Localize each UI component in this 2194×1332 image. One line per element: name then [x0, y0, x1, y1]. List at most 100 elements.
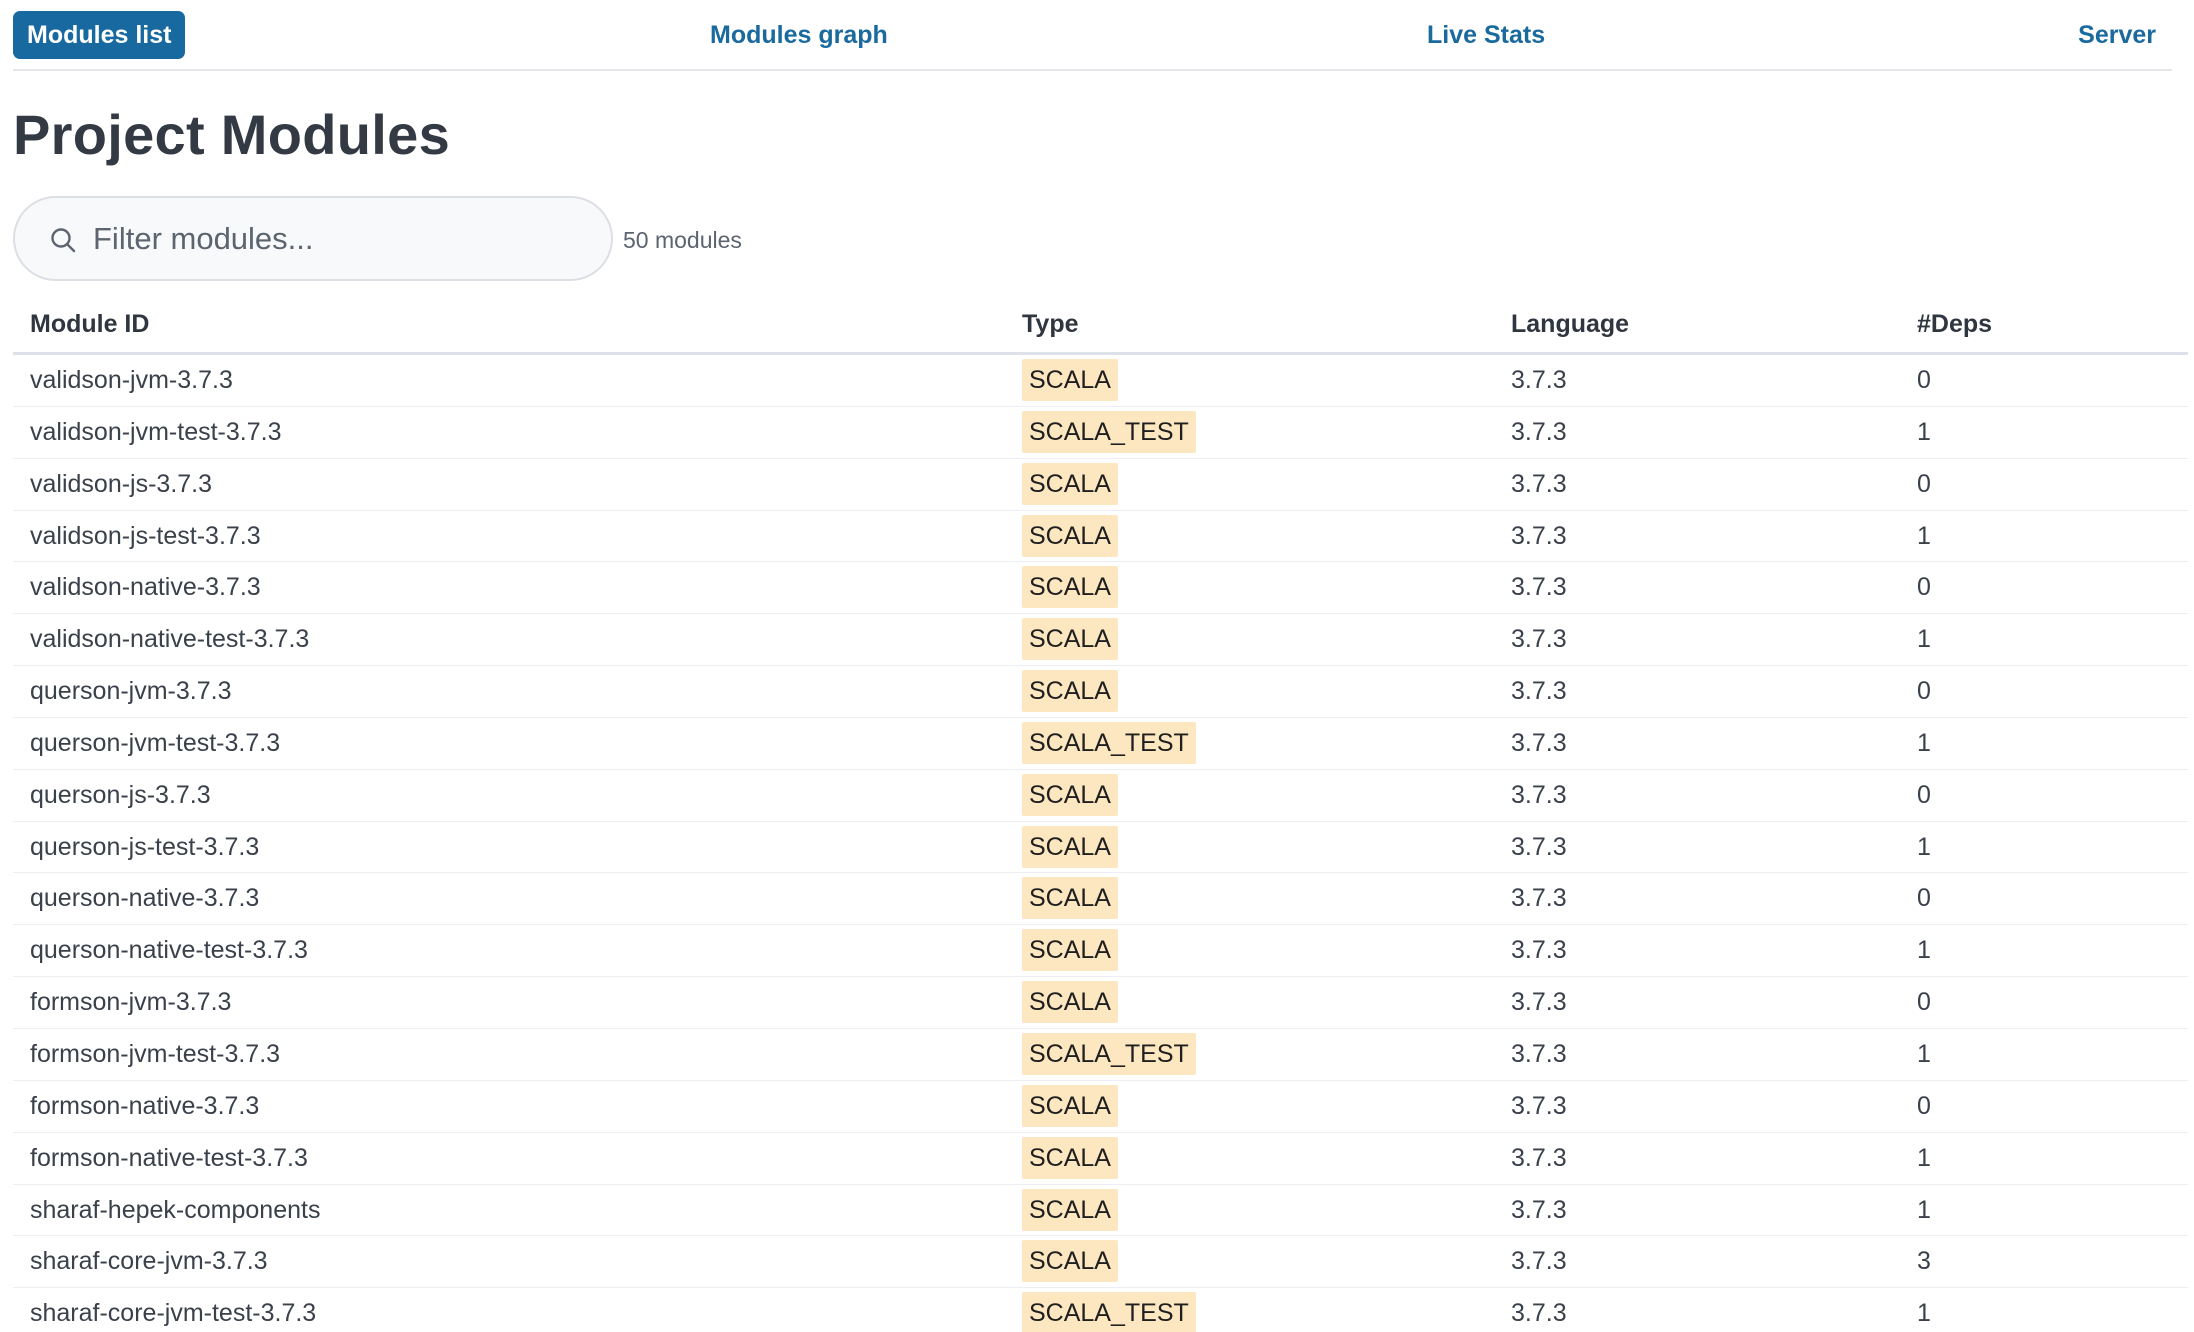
top-nav: Modules list Modules graph Live Stats Se…	[13, 0, 2172, 71]
type-cell: SCALA	[1022, 1081, 1118, 1132]
deps-cell: 1	[1917, 728, 1931, 757]
module-id-cell[interactable]: sharaf-core-jvm-3.7.3	[30, 1236, 268, 1287]
table-row[interactable]: querson-js-3.7.3 SCALA 3.7.3 0	[13, 770, 2188, 822]
type-badge: SCALA	[1022, 514, 1118, 557]
module-id-cell[interactable]: querson-jvm-test-3.7.3	[30, 718, 280, 769]
type-cell: SCALA	[1022, 459, 1118, 510]
module-id-cell[interactable]: querson-js-test-3.7.3	[30, 822, 259, 873]
deps-cell: 1	[1917, 625, 1931, 654]
language-cell: 3.7.3	[1511, 417, 1567, 446]
type-badge: SCALA	[1022, 566, 1118, 609]
nav-modules-list[interactable]: Modules list	[13, 11, 186, 59]
module-id-cell[interactable]: validson-js-test-3.7.3	[30, 511, 261, 562]
type-badge: SCALA	[1022, 670, 1118, 713]
nav-live-stats[interactable]: Live Stats	[1427, 11, 1545, 59]
table-row[interactable]: formson-jvm-3.7.3 SCALA 3.7.3 0	[13, 977, 2188, 1029]
table-row[interactable]: validson-jvm-test-3.7.3 SCALA_TEST 3.7.3 1	[13, 407, 2188, 459]
header-module-id[interactable]: Module ID	[30, 310, 149, 339]
module-id-cell[interactable]: sharaf-core-jvm-test-3.7.3	[30, 1288, 316, 1332]
deps-cell: 0	[1917, 677, 1931, 706]
type-badge: SCALA	[1022, 929, 1118, 972]
table-row[interactable]: validson-jvm-3.7.3 SCALA 3.7.3 0	[13, 355, 2188, 407]
type-cell: SCALA	[1022, 614, 1118, 665]
table-row[interactable]: sharaf-core-jvm-test-3.7.3 SCALA_TEST 3.7.…	[13, 1288, 2188, 1332]
type-cell: SCALA	[1022, 562, 1118, 613]
type-badge: SCALA	[1022, 773, 1118, 816]
type-cell: SCALA	[1022, 925, 1118, 976]
deps-cell: 0	[1917, 366, 1931, 394]
module-id-cell[interactable]: validson-jvm-3.7.3	[30, 355, 233, 406]
search-box[interactable]	[13, 196, 613, 281]
module-id-cell[interactable]: validson-js-3.7.3	[30, 459, 212, 510]
nav-server[interactable]: Server	[2078, 11, 2156, 59]
module-id-cell[interactable]: sharaf-hepek-components	[30, 1185, 320, 1236]
module-id-cell[interactable]: formson-native-test-3.7.3	[30, 1133, 308, 1184]
type-cell: SCALA	[1022, 1236, 1118, 1287]
deps-cell: 1	[1917, 1195, 1931, 1224]
language-cell: 3.7.3	[1511, 469, 1567, 498]
table-row[interactable]: validson-native-3.7.3 SCALA 3.7.3 0	[13, 562, 2188, 615]
type-cell: SCALA_TEST	[1022, 1029, 1196, 1080]
module-id-cell[interactable]: querson-native-3.7.3	[30, 873, 259, 924]
type-badge: SCALA	[1022, 981, 1118, 1024]
type-badge: SCALA_TEST	[1022, 1032, 1196, 1075]
table-row[interactable]: querson-native-3.7.3 SCALA 3.7.3 0	[13, 873, 2188, 926]
table-row[interactable]: formson-native-3.7.3 SCALA 3.7.3 0	[13, 1081, 2188, 1133]
module-id-cell[interactable]: formson-jvm-3.7.3	[30, 977, 231, 1028]
filter-modules-input[interactable]	[93, 216, 593, 262]
deps-cell: 0	[1917, 573, 1931, 602]
module-id-cell[interactable]: validson-native-3.7.3	[30, 562, 261, 613]
deps-cell: 1	[1917, 1039, 1931, 1068]
header-language[interactable]: Language	[1511, 310, 1629, 339]
language-cell: 3.7.3	[1511, 832, 1567, 861]
table-row[interactable]: formson-native-test-3.7.3 SCALA 3.7.3 1	[13, 1133, 2188, 1185]
table-row[interactable]: sharaf-core-jvm-3.7.3 SCALA 3.7.3 3	[13, 1236, 2188, 1289]
deps-cell: 1	[1917, 936, 1931, 965]
table-row[interactable]: validson-js-test-3.7.3 SCALA 3.7.3 1	[13, 511, 2188, 563]
type-badge: SCALA	[1022, 1084, 1118, 1127]
table-row[interactable]: validson-native-test-3.7.3 SCALA 3.7.3 1	[13, 614, 2188, 667]
search-icon	[51, 228, 76, 253]
deps-cell: 0	[1917, 1091, 1931, 1120]
modules-table: Module ID Type Language #Deps validson-j…	[13, 308, 2188, 1332]
language-cell: 3.7.3	[1511, 366, 1567, 394]
table-header: Module ID Type Language #Deps	[13, 308, 2188, 355]
type-badge: SCALA	[1022, 462, 1118, 505]
deps-cell: 0	[1917, 469, 1931, 498]
language-cell: 3.7.3	[1511, 521, 1567, 550]
module-id-cell[interactable]: formson-native-3.7.3	[30, 1081, 259, 1132]
language-cell: 3.7.3	[1511, 573, 1567, 602]
language-cell: 3.7.3	[1511, 728, 1567, 757]
deps-cell: 0	[1917, 884, 1931, 913]
type-cell: SCALA	[1022, 822, 1118, 873]
type-badge: SCALA	[1022, 1240, 1118, 1283]
module-id-cell[interactable]: validson-jvm-test-3.7.3	[30, 407, 281, 458]
table-row[interactable]: querson-jvm-test-3.7.3 SCALA_TEST 3.7.3 1	[13, 718, 2188, 770]
type-badge: SCALA	[1022, 1188, 1118, 1231]
header-deps[interactable]: #Deps	[1917, 310, 1992, 339]
language-cell: 3.7.3	[1511, 1247, 1567, 1276]
nav-modules-graph[interactable]: Modules graph	[710, 11, 888, 59]
deps-cell: 0	[1917, 988, 1931, 1017]
module-id-cell[interactable]: querson-native-test-3.7.3	[30, 925, 308, 976]
module-id-cell[interactable]: querson-jvm-3.7.3	[30, 666, 231, 717]
module-id-cell[interactable]: validson-native-test-3.7.3	[30, 614, 309, 665]
table-row[interactable]: sharaf-hepek-components SCALA 3.7.3 1	[13, 1185, 2188, 1237]
module-id-cell[interactable]: formson-jvm-test-3.7.3	[30, 1029, 280, 1080]
language-cell: 3.7.3	[1511, 1195, 1567, 1224]
page-title: Project Modules	[13, 103, 451, 166]
deps-cell: 1	[1917, 1143, 1931, 1172]
table-row[interactable]: querson-native-test-3.7.3 SCALA 3.7.3 1	[13, 925, 2188, 978]
deps-cell: 1	[1917, 1299, 1931, 1328]
language-cell: 3.7.3	[1511, 1091, 1567, 1120]
deps-cell: 0	[1917, 780, 1931, 809]
table-row[interactable]: querson-jvm-3.7.3 SCALA 3.7.3 0	[13, 666, 2188, 718]
language-cell: 3.7.3	[1511, 625, 1567, 654]
table-row[interactable]: formson-jvm-test-3.7.3 SCALA_TEST 3.7.3 1	[13, 1029, 2188, 1081]
table-row[interactable]: querson-js-test-3.7.3 SCALA 3.7.3 1	[13, 822, 2188, 874]
page: Modules list Modules graph Live Stats Se…	[0, 0, 2194, 1332]
type-cell: SCALA	[1022, 873, 1118, 924]
module-id-cell[interactable]: querson-js-3.7.3	[30, 770, 211, 821]
header-type[interactable]: Type	[1022, 310, 1079, 339]
table-row[interactable]: validson-js-3.7.3 SCALA 3.7.3 0	[13, 459, 2188, 511]
